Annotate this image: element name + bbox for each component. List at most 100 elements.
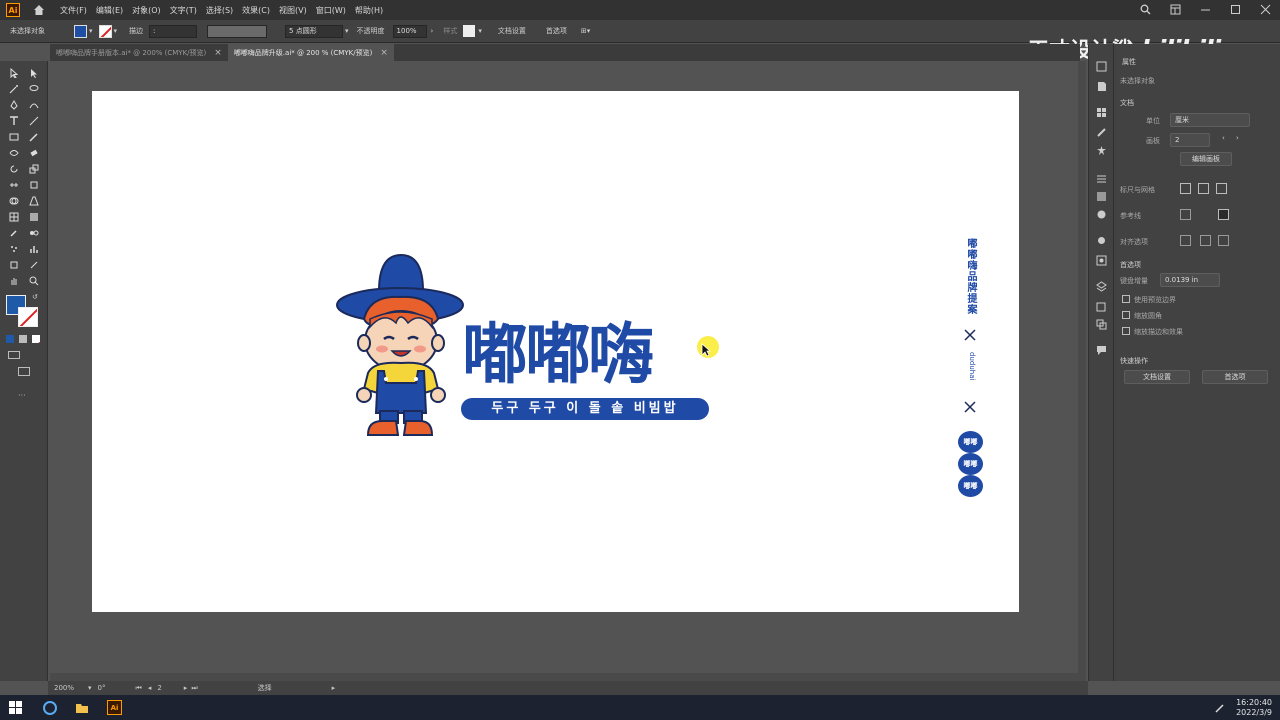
tab-upgrade[interactable]: 嘟嘟嗨品牌升级.ai* @ 200 % (CMYK/预览) × bbox=[227, 44, 394, 61]
line-tool-icon[interactable] bbox=[28, 115, 40, 127]
swap-colors-icon[interactable]: ↺ bbox=[32, 293, 38, 301]
direct-selection-tool-icon[interactable] bbox=[28, 67, 40, 79]
menu-edit[interactable]: 编辑(E) bbox=[96, 5, 123, 16]
maximize-icon[interactable] bbox=[1228, 2, 1242, 16]
mascot-illustration[interactable] bbox=[334, 253, 468, 438]
ruler-icon[interactable] bbox=[1180, 183, 1191, 194]
chevron-right-icon[interactable]: › bbox=[431, 27, 434, 35]
prev-artboard-icon[interactable]: ◂ bbox=[148, 684, 152, 692]
stroke-panel-icon[interactable] bbox=[1095, 172, 1108, 185]
chevron-down-icon[interactable]: ▾ bbox=[478, 27, 482, 35]
rotation-value[interactable]: 0° bbox=[98, 684, 106, 692]
properties-icon[interactable] bbox=[1095, 60, 1108, 73]
swatches-icon[interactable] bbox=[1095, 106, 1108, 119]
brand-badge[interactable]: 嘟嘟 bbox=[958, 453, 983, 475]
close-icon[interactable] bbox=[1258, 2, 1272, 16]
comments-icon[interactable] bbox=[1095, 344, 1108, 357]
arrange-icon[interactable]: ⊞▾ bbox=[581, 27, 590, 35]
menu-effect[interactable]: 效果(C) bbox=[242, 5, 270, 16]
rotate-tool-icon[interactable] bbox=[8, 163, 20, 175]
edit-artboard-button[interactable]: 编辑画板 bbox=[1180, 152, 1232, 166]
lock-guides-icon[interactable] bbox=[1218, 209, 1229, 220]
prefs-button[interactable]: 首选项 bbox=[546, 26, 567, 36]
brushes-icon[interactable] bbox=[1095, 126, 1108, 139]
opacity-label[interactable]: 不透明度 bbox=[357, 26, 385, 36]
doc-setup-button[interactable]: 文档设置 bbox=[498, 26, 526, 36]
paintbrush-tool-icon[interactable] bbox=[28, 131, 40, 143]
eraser-tool-icon[interactable] bbox=[28, 147, 40, 159]
export-icon[interactable] bbox=[1095, 318, 1108, 331]
illustrator-taskbar-icon[interactable]: Ai bbox=[107, 700, 122, 715]
hand-tool-icon[interactable] bbox=[8, 275, 20, 287]
brush-style-field[interactable]: 5 点圆形 bbox=[285, 24, 344, 38]
scale-strokes-checkbox[interactable] bbox=[1122, 327, 1130, 335]
close-icon[interactable]: × bbox=[214, 48, 222, 58]
last-artboard-icon[interactable]: ⏭ bbox=[191, 684, 197, 693]
minimize-icon[interactable] bbox=[1198, 2, 1212, 16]
variable-width-field[interactable] bbox=[207, 24, 268, 38]
zoom-tool-icon[interactable] bbox=[28, 275, 40, 287]
appearance-icon[interactable] bbox=[1095, 234, 1108, 247]
chevron-down-icon[interactable]: ▾ bbox=[345, 27, 349, 35]
rectangle-tool-icon[interactable] bbox=[8, 131, 20, 143]
blend-tool-icon[interactable] bbox=[28, 227, 40, 239]
first-artboard-icon[interactable]: ⏮ bbox=[136, 684, 142, 693]
layers-icon[interactable] bbox=[1095, 280, 1108, 293]
none-mode-icon[interactable] bbox=[32, 335, 40, 343]
artboard-number[interactable]: 2 bbox=[157, 684, 161, 692]
curvature-tool-icon[interactable] bbox=[28, 99, 40, 111]
scale-corners-checkbox[interactable] bbox=[1122, 311, 1130, 319]
graph-tool-icon[interactable] bbox=[28, 243, 40, 255]
menu-select[interactable]: 选择(S) bbox=[206, 5, 233, 16]
color-mode-icon[interactable] bbox=[6, 335, 14, 343]
menu-help[interactable]: 帮助(H) bbox=[355, 5, 383, 16]
gradient-tool-icon[interactable] bbox=[28, 211, 40, 223]
horizontal-scrollbar[interactable] bbox=[50, 673, 1078, 681]
fill-swatch[interactable] bbox=[74, 24, 87, 38]
doc-setup-panel-button[interactable]: 文档设置 bbox=[1124, 370, 1190, 384]
lasso-tool-icon[interactable] bbox=[28, 83, 40, 95]
workspace-icon[interactable] bbox=[1168, 2, 1182, 16]
keyboard-increment-field[interactable]: 0.0139 in bbox=[1160, 273, 1220, 287]
stroke-color-box[interactable] bbox=[18, 307, 38, 327]
next-artboard-icon[interactable]: ▸ bbox=[184, 684, 188, 692]
chevron-down-icon[interactable]: ▾ bbox=[89, 27, 93, 35]
zoom-level[interactable]: 200% bbox=[54, 684, 74, 692]
home-icon[interactable] bbox=[32, 3, 46, 17]
clock[interactable]: 16:20:40 2022/3/9 bbox=[1236, 698, 1272, 718]
stroke-weight-field[interactable]: : bbox=[149, 24, 198, 38]
graphic-style-swatch[interactable] bbox=[463, 25, 476, 37]
chevron-down-icon[interactable]: ▾ bbox=[88, 684, 92, 692]
snap-point-icon[interactable] bbox=[1180, 235, 1191, 246]
pen-tool-icon[interactable] bbox=[8, 99, 20, 111]
browser-icon[interactable] bbox=[42, 700, 57, 715]
slice-tool-icon[interactable] bbox=[28, 259, 40, 271]
snap-glyph-icon[interactable] bbox=[1218, 235, 1229, 246]
preview-bounds-checkbox[interactable] bbox=[1122, 295, 1130, 303]
vertical-scrollbar[interactable] bbox=[1078, 61, 1086, 681]
file-explorer-icon[interactable] bbox=[74, 700, 89, 715]
brand-pinyin[interactable]: duduhai bbox=[964, 352, 976, 386]
eyedropper-tool-icon[interactable] bbox=[8, 227, 20, 239]
transparency-grid-icon[interactable] bbox=[1216, 183, 1227, 194]
libraries-icon[interactable] bbox=[1095, 80, 1108, 93]
snap-pixel-icon[interactable] bbox=[1200, 235, 1211, 246]
artboards-icon[interactable] bbox=[1095, 300, 1108, 313]
prefs-panel-button[interactable]: 首选项 bbox=[1202, 370, 1268, 384]
close-icon[interactable]: × bbox=[380, 48, 388, 58]
search-icon[interactable] bbox=[1138, 2, 1152, 16]
shape-builder-tool-icon[interactable] bbox=[8, 195, 20, 207]
screen-mode-icon[interactable] bbox=[18, 367, 30, 376]
panel-title[interactable]: 属性 bbox=[1122, 57, 1136, 67]
next-artboard-icon[interactable]: › bbox=[1236, 134, 1239, 142]
units-dropdown[interactable]: 厘米 bbox=[1170, 113, 1250, 127]
proposal-title[interactable]: 嘟嘟嗨品牌提案 bbox=[962, 238, 978, 318]
symbol-sprayer-tool-icon[interactable] bbox=[8, 243, 20, 255]
width-tool-icon[interactable] bbox=[8, 179, 20, 191]
chevron-right-icon[interactable]: ▸ bbox=[332, 684, 336, 692]
show-guides-icon[interactable] bbox=[1180, 209, 1191, 220]
scale-tool-icon[interactable] bbox=[28, 163, 40, 175]
edit-toolbar-icon[interactable]: ··· bbox=[18, 391, 26, 400]
tab-handbook[interactable]: 嘟嘟嗨品牌手册版本.ai* @ 200% (CMYK/预览) × bbox=[50, 44, 228, 61]
gradient-panel-icon[interactable] bbox=[1095, 190, 1108, 203]
